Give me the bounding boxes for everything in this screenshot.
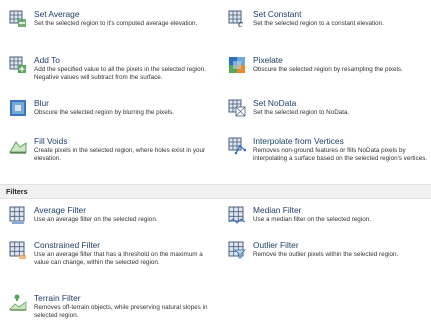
- average-filter-tool[interactable]: Average Filter Use an average filter on …: [9, 205, 219, 224]
- pixelate-icon: [228, 56, 246, 74]
- blur-icon: [9, 99, 27, 117]
- interpolate-vertices-title: Interpolate from Vertices: [253, 136, 344, 146]
- set-nodata-desc: Set the selected region to NoData.: [253, 109, 350, 116]
- outlier-filter-icon: [228, 241, 246, 259]
- grid-nodata-icon: [228, 99, 246, 117]
- interpolate-vertices-tool[interactable]: Interpolate from Vertices Removes non-gr…: [228, 136, 428, 162]
- filters-section-header: Filters: [0, 184, 431, 199]
- outlier-filter-desc: Remove the outlier pixels within the sel…: [253, 251, 399, 258]
- outlier-filter-tool[interactable]: Outlier Filter Remove the outlier pixels…: [228, 240, 431, 259]
- pixelate-desc: Obscure the selected region by resamplin…: [253, 66, 403, 73]
- grid-add-icon: [9, 56, 27, 74]
- constrained-filter-icon: [9, 241, 27, 259]
- grid-average-icon: [9, 10, 27, 28]
- fill-voids-title: Fill Voids: [34, 136, 68, 146]
- set-nodata-tool[interactable]: Set NoData Set the selected region to No…: [228, 98, 431, 117]
- set-average-tool[interactable]: Set Average Set the selected region to i…: [9, 9, 219, 28]
- interpolate-vertices-desc: Removes non-ground features or fills NoD…: [253, 147, 428, 162]
- grid-constant-icon: c: [228, 10, 246, 28]
- average-filter-icon: [9, 206, 27, 224]
- outlier-filter-title: Outlier Filter: [253, 240, 299, 250]
- set-constant-tool[interactable]: c Set Constant Set the selected region t…: [228, 9, 431, 28]
- add-to-tool[interactable]: Add To Add the specified value to all th…: [9, 55, 219, 81]
- blur-title: Blur: [34, 98, 49, 108]
- set-constant-title: Set Constant: [253, 9, 302, 19]
- set-average-title: Set Average: [34, 9, 80, 19]
- average-filter-title: Average Filter: [34, 205, 86, 215]
- fill-voids-desc: Create pixels in the selected region, wh…: [34, 147, 206, 162]
- median-filter-icon: [228, 206, 246, 224]
- terrain-filter-desc: Removes off-terrain objects, while prese…: [34, 304, 208, 319]
- constrained-filter-tool[interactable]: Constrained Filter Use an average filter…: [9, 240, 219, 266]
- constrained-filter-title: Constrained Filter: [34, 240, 101, 250]
- terrain-filter-icon: [9, 294, 27, 312]
- set-average-desc: Set the selected region to it's computed…: [34, 20, 198, 27]
- interpolate-vertices-icon: [228, 137, 246, 155]
- filters-header-label: Filters: [6, 187, 28, 196]
- median-filter-desc: Use a median filter on the selected regi…: [253, 216, 371, 223]
- add-to-desc: Add the specified value to all the pixel…: [34, 66, 206, 81]
- set-nodata-title: Set NoData: [253, 98, 297, 108]
- svg-text:c: c: [238, 20, 243, 28]
- median-filter-title: Median Filter: [253, 205, 302, 215]
- fill-voids-icon: [9, 137, 27, 155]
- average-filter-desc: Use an average filter on the selected re…: [34, 216, 158, 223]
- blur-tool[interactable]: Blur Obscure the selected region by blur…: [9, 98, 219, 117]
- median-filter-tool[interactable]: Median Filter Use a median filter on the…: [228, 205, 431, 224]
- constrained-filter-desc: Use an average filter that has a thresho…: [34, 251, 203, 266]
- terrain-filter-tool[interactable]: Terrain Filter Removes off-terrain objec…: [9, 293, 219, 319]
- pixelate-title: Pixelate: [253, 55, 283, 65]
- fill-voids-tool[interactable]: Fill Voids Create pixels in the selected…: [9, 136, 219, 162]
- blur-desc: Obscure the selected region by blurring …: [34, 109, 175, 116]
- terrain-filter-title: Terrain Filter: [34, 293, 81, 303]
- pixelate-tool[interactable]: Pixelate Obscure the selected region by …: [228, 55, 431, 74]
- set-constant-desc: Set the selected region to a constant el…: [253, 20, 384, 27]
- add-to-title: Add To: [34, 55, 60, 65]
